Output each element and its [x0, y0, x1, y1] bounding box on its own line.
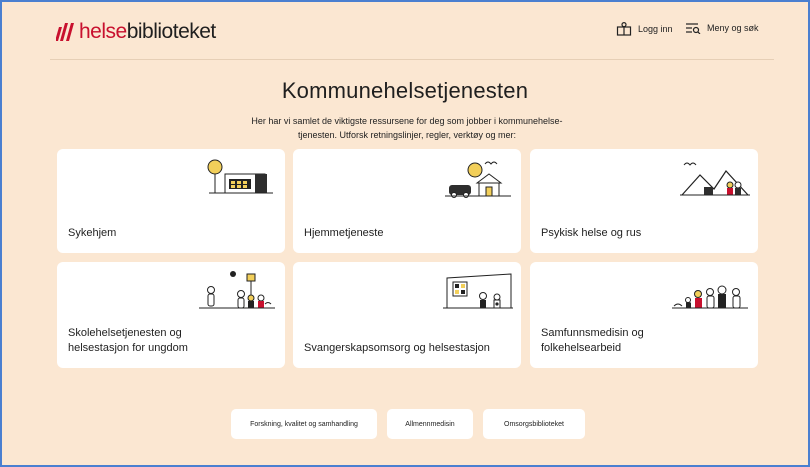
card-label-line-1: Samfunnsmedisin og — [541, 327, 644, 339]
public-health-illustration-icon — [672, 285, 748, 309]
card-label: Psykisk helse og rus — [541, 227, 642, 239]
login-label: Logg inn — [638, 24, 673, 34]
card-label: Svangerskapsomsorg og helsestasjon — [304, 342, 490, 354]
card-svangerskapsomsorg[interactable]: Svangerskapsomsorg og helsestasjon — [293, 262, 521, 368]
home-care-illustration-icon — [445, 161, 511, 198]
card-label-line-2: folkehelsearbeid — [541, 342, 622, 354]
card-sykehjem[interactable]: Sykehjem — [57, 149, 285, 253]
page-title: Kommunehelsetjenesten — [281, 78, 529, 103]
menu-search-icon — [686, 23, 701, 34]
card-psykisk-helse-og-rus[interactable]: Psykisk helse og rus — [530, 149, 758, 253]
mental-health-illustration-icon — [680, 162, 750, 196]
intro-text: Her har vi samlet de viktigste ressursen… — [202, 114, 612, 142]
header-divider — [50, 59, 774, 60]
card-samfunnsmedisin[interactable]: Samfunnsmedisin og folkehelsearbeid — [530, 262, 758, 368]
card-skolehelsetjenesten[interactable]: Skolehelsetjenesten og helsestasjon for … — [57, 262, 285, 368]
intro-line-1: Her har vi samlet de viktigste ressursen… — [251, 116, 563, 126]
login-button[interactable]: Logg inn — [616, 22, 673, 36]
card-label-line-1: Skolehelsetjenesten og — [68, 327, 182, 339]
card-label: Skolehelsetjenesten og helsestasjon for … — [68, 326, 188, 356]
maternity-care-illustration-icon — [443, 273, 513, 309]
page-frame: helse biblioteket Logg inn Meny og søk Ko… — [0, 0, 810, 467]
logo-bars-icon — [56, 23, 74, 41]
logo-text-biblioteket: biblioteket — [126, 20, 217, 43]
menu-label: Meny og søk — [707, 23, 759, 33]
school-health-illustration-icon — [199, 271, 275, 309]
logo-text-helse: helse — [79, 20, 127, 43]
card-label: Samfunnsmedisin og folkehelsearbeid — [541, 326, 644, 356]
nursing-home-illustration-icon — [207, 159, 273, 194]
card-hjemmetjeneste[interactable]: Hjemmetjeneste — [293, 149, 521, 253]
card-label: Sykehjem — [68, 227, 117, 239]
card-label-line-2: helsestasjon for ungdom — [68, 342, 188, 354]
site-header: helse biblioteket Logg inn Meny og søk — [2, 2, 808, 60]
related-links: Forskning, kvalitet og samhandling Allme… — [2, 409, 808, 439]
menu-search-button[interactable]: Meny og søk — [685, 22, 759, 34]
intro-line-2: tjenesten. Utforsk retningslinjer, regle… — [297, 130, 517, 140]
helsebiblioteket-logo[interactable]: helse biblioteket — [56, 20, 216, 44]
link-allmennmedisin[interactable]: Allmennmedisin — [387, 409, 473, 439]
link-forskning-kvalitet-samhandling[interactable]: Forskning, kvalitet og samhandling — [231, 409, 377, 439]
card-label: Hjemmetjeneste — [304, 227, 384, 239]
gift-user-icon — [616, 22, 632, 36]
link-omsorgsbiblioteket[interactable]: Omsorgsbiblioteket — [483, 409, 585, 439]
